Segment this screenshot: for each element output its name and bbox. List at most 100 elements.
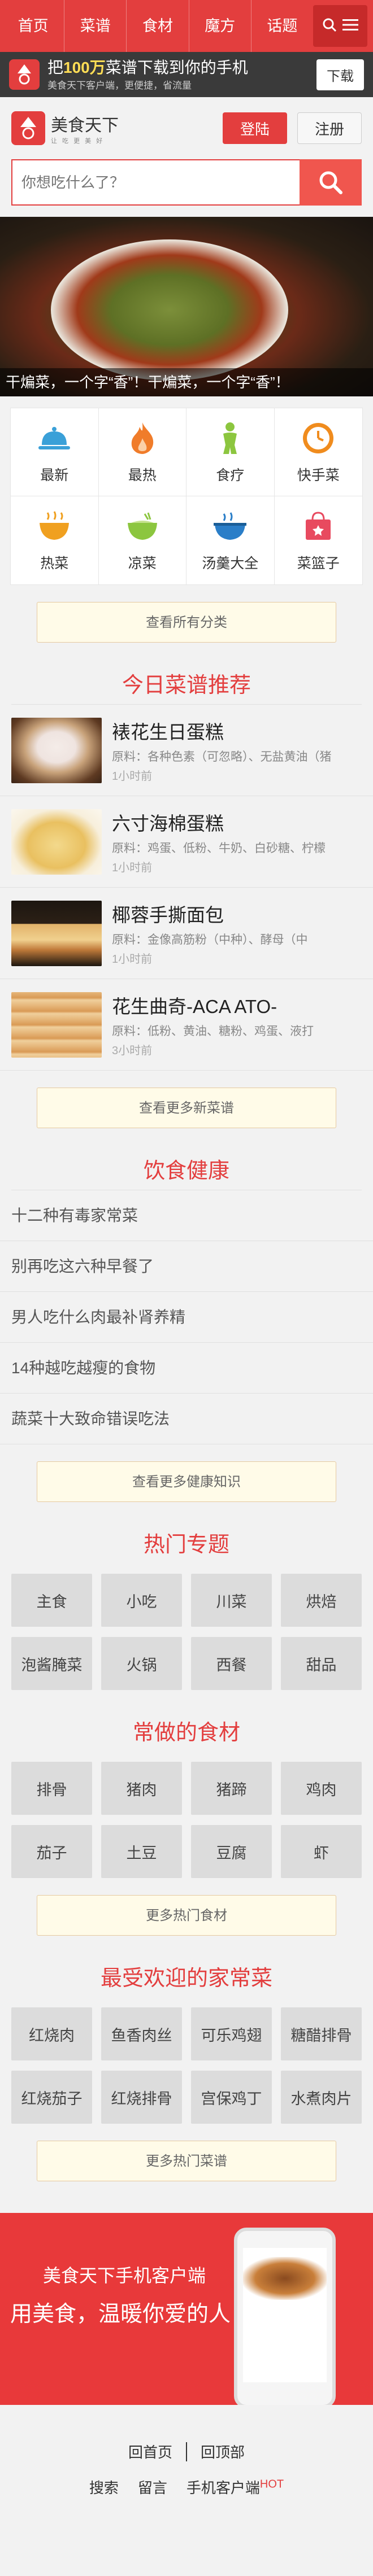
category-hottest[interactable]: 最热 bbox=[98, 408, 186, 496]
ingredients-grid: 排骨 猪肉 猪蹄 鸡肉 茄子 土豆 豆腐 虾 bbox=[0, 1752, 373, 1878]
cold-bowl-icon bbox=[124, 508, 161, 544]
footer-message-link[interactable]: 留言 bbox=[138, 2477, 167, 2498]
nav-cube[interactable]: 魔方 bbox=[189, 0, 251, 52]
app-download-banner: 把100万菜谱下载到你的手机 美食天下客户端，更便捷，省流量 下载 bbox=[0, 52, 373, 97]
nav-tools bbox=[313, 5, 368, 47]
topic-tag[interactable]: 小吃 bbox=[101, 1574, 182, 1627]
more-health-button[interactable]: 查看更多健康知识 bbox=[37, 1461, 336, 1502]
topic-tag[interactable]: 主食 bbox=[11, 1574, 92, 1627]
recipe-item[interactable]: 椰蓉手撕面包 原料：金像高筋粉（中种）、酵母（中 1小时前 bbox=[0, 888, 373, 979]
login-button[interactable]: 登陆 bbox=[223, 112, 287, 144]
cloche-icon bbox=[36, 420, 72, 456]
health-article-link[interactable]: 男人吃什么肉最补肾养精 bbox=[0, 1292, 373, 1343]
dish-tag[interactable]: 红烧肉 bbox=[11, 2007, 92, 2060]
today-recipes-title: 今日菜谱推荐 bbox=[122, 674, 251, 697]
ingredient-tag[interactable]: 猪蹄 bbox=[191, 1762, 272, 1815]
ingredient-tag[interactable]: 猪肉 bbox=[101, 1762, 182, 1815]
download-button[interactable]: 下载 bbox=[316, 59, 364, 90]
app-banner-headline: 把100万菜谱下载到你的手机 bbox=[47, 58, 248, 76]
nav-topics[interactable]: 话题 bbox=[251, 0, 313, 52]
category-soups[interactable]: 汤羹大全 bbox=[186, 496, 275, 584]
flame-icon bbox=[124, 420, 161, 456]
hero-caption: 干煸菜，一个字“香”！干煸菜，一个字“香”！ bbox=[0, 368, 373, 396]
dish-tag[interactable]: 糖醋排骨 bbox=[281, 2007, 362, 2060]
health-article-link[interactable]: 别再吃这六种早餐了 bbox=[0, 1241, 373, 1292]
dish-tag[interactable]: 水煮肉片 bbox=[281, 2071, 362, 2124]
more-ingredients-button[interactable]: 更多热门食材 bbox=[37, 1895, 336, 1936]
ingredient-tag[interactable]: 茄子 bbox=[11, 1825, 92, 1878]
category-cold-dishes[interactable]: 凉菜 bbox=[99, 496, 186, 584]
hero-image bbox=[51, 239, 288, 381]
brand-slogan: 让 吃 更 美 好 bbox=[51, 138, 105, 145]
dish-tag[interactable]: 红烧茄子 bbox=[11, 2071, 92, 2124]
category-grid: 最新 最热 食疗 快手菜 热菜 凉菜 汤羹大全 菜篮子 bbox=[10, 408, 363, 585]
nav-ingredients[interactable]: 食材 bbox=[127, 0, 189, 52]
topic-tag[interactable]: 甜品 bbox=[281, 1637, 362, 1690]
ingredient-tag[interactable]: 土豆 bbox=[101, 1825, 182, 1878]
topic-tag[interactable]: 烘焙 bbox=[281, 1574, 362, 1627]
recipe-thumb bbox=[11, 717, 102, 783]
homestyle-title: 最受欢迎的家常菜 bbox=[100, 1967, 272, 1990]
recipe-item[interactable]: 裱花生日蛋糕 原料：各种色素（可忽略）、无盐黄油（猪 1小时前 bbox=[0, 705, 373, 796]
category-basket[interactable]: 菜篮子 bbox=[275, 496, 363, 584]
more-recipes-button[interactable]: 查看更多新菜谱 bbox=[37, 1088, 336, 1128]
ingredient-tag[interactable]: 豆腐 bbox=[191, 1825, 272, 1878]
all-categories-button[interactable]: 查看所有分类 bbox=[37, 602, 336, 643]
hero-banner[interactable]: 干煸菜，一个字“香”！干煸菜，一个字“香”！ bbox=[0, 217, 373, 396]
register-button[interactable]: 注册 bbox=[297, 112, 362, 144]
topic-tag[interactable]: 西餐 bbox=[191, 1637, 272, 1690]
hot-bowl-icon bbox=[36, 508, 72, 544]
search-input[interactable] bbox=[11, 159, 300, 206]
ingredient-tag[interactable]: 排骨 bbox=[11, 1762, 92, 1815]
search-button[interactable] bbox=[300, 159, 362, 206]
logo-icon bbox=[11, 111, 45, 145]
topic-tag[interactable]: 泡酱腌菜 bbox=[11, 1637, 92, 1690]
brand-name: 美食天下 bbox=[51, 116, 119, 135]
ingredient-tag[interactable]: 虾 bbox=[281, 1825, 362, 1878]
homestyle-grid: 红烧肉 鱼香肉丝 可乐鸡翅 糖醋排骨 红烧茄子 红烧排骨 宫保鸡丁 水煮肉片 bbox=[0, 1997, 373, 2124]
topic-tag[interactable]: 火锅 bbox=[101, 1637, 182, 1690]
footer-app-link[interactable]: 手机客户端HOT bbox=[186, 2477, 284, 2498]
health-article-link[interactable]: 十二种有毒家常菜 bbox=[0, 1190, 373, 1241]
dish-tag[interactable]: 宫保鸡丁 bbox=[191, 2071, 272, 2124]
search-bar bbox=[0, 159, 373, 217]
nav-home[interactable]: 首页 bbox=[2, 0, 65, 52]
more-homestyle-button[interactable]: 更多热门菜谱 bbox=[37, 2141, 336, 2181]
promo-line1: 美食天下手机客户端 bbox=[43, 2265, 206, 2286]
category-therapy[interactable]: 食疗 bbox=[186, 408, 275, 496]
topics-title: 热门专题 bbox=[143, 1533, 229, 1557]
category-hot-dishes[interactable]: 热菜 bbox=[11, 496, 99, 584]
category-quick[interactable]: 快手菜 bbox=[274, 408, 362, 496]
recipe-item[interactable]: 花生曲奇-ACA ATO- 原料：低粉、黄油、糖粉、鸡蛋、液打 3小时前 bbox=[0, 979, 373, 1071]
category-latest[interactable]: 最新 bbox=[11, 408, 99, 496]
dish-tag[interactable]: 鱼香肉丝 bbox=[101, 2007, 182, 2060]
search-icon bbox=[319, 171, 342, 194]
health-title: 饮食健康 bbox=[143, 1159, 229, 1183]
recipe-thumb bbox=[11, 900, 102, 966]
app-banner-sub: 美食天下客户端，更便捷，省流量 bbox=[47, 80, 192, 91]
health-article-link[interactable]: 14种越吃越瘦的食物 bbox=[0, 1343, 373, 1394]
recipe-item[interactable]: 六寸海棉蛋糕 原料：鸡蛋、低粉、牛奶、白砂糖、柠檬 1小时前 bbox=[0, 796, 373, 888]
soup-icon bbox=[212, 508, 248, 544]
dish-tag[interactable]: 红烧排骨 bbox=[101, 2071, 182, 2124]
app-logo-icon bbox=[9, 59, 40, 90]
dish-tag[interactable]: 可乐鸡翅 bbox=[191, 2007, 272, 2060]
site-logo[interactable]: 美食天下 让 吃 更 美 好 bbox=[11, 111, 223, 145]
footer-top-link[interactable]: 回顶部 bbox=[201, 2441, 245, 2462]
footer-home-link[interactable]: 回首页 bbox=[128, 2441, 172, 2462]
menu-icon[interactable] bbox=[342, 18, 359, 34]
topic-tag[interactable]: 川菜 bbox=[191, 1574, 272, 1627]
search-icon[interactable] bbox=[322, 18, 337, 35]
ingredient-tag[interactable]: 鸡肉 bbox=[281, 1762, 362, 1815]
health-article-link[interactable]: 蔬菜十大致命错误吃法 bbox=[0, 1394, 373, 1444]
phone-image bbox=[234, 2228, 336, 2405]
top-nav: 首页 菜谱 食材 魔方 话题 bbox=[0, 0, 373, 52]
brand-bar: 美食天下 让 吃 更 美 好 登陆 注册 bbox=[0, 97, 373, 159]
recipe-thumb bbox=[11, 992, 102, 1058]
nav-recipes[interactable]: 菜谱 bbox=[64, 0, 127, 52]
topics-grid: 主食 小吃 川菜 烘焙 泡酱腌菜 火锅 西餐 甜品 bbox=[0, 1564, 373, 1690]
footer: 回首页 回顶部 搜索 留言 手机客户端HOT bbox=[0, 2405, 373, 2509]
footer-search-link[interactable]: 搜索 bbox=[89, 2477, 119, 2498]
basket-icon bbox=[300, 508, 336, 544]
app-promo-banner[interactable]: 美食天下手机客户端 用美食，温暖你爱的人 bbox=[0, 2213, 373, 2405]
